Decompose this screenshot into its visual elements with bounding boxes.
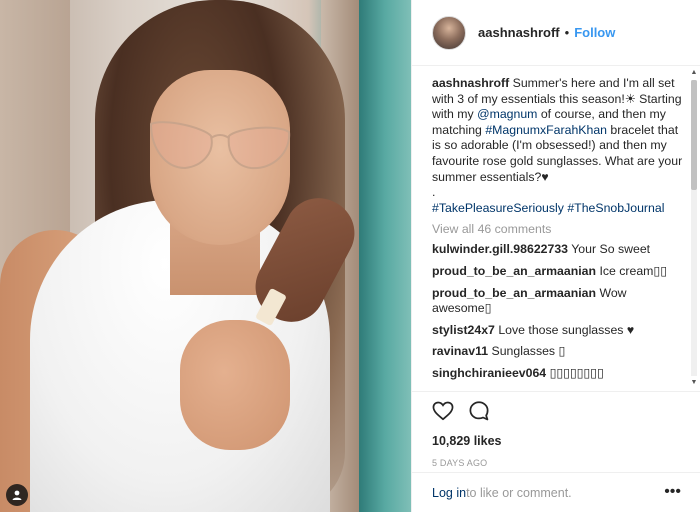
post-header: aashnashroff • Follow	[412, 0, 700, 66]
caption-hashtag-link[interactable]: #TheSnobJournal	[567, 201, 664, 215]
post-date: 5 DAYS AGO	[432, 458, 488, 468]
login-link[interactable]: Log in	[432, 486, 466, 500]
comment-text: ▯▯▯▯▯▯▯▯	[549, 365, 604, 380]
login-prompt-text: to like or comment.	[466, 485, 572, 500]
scroll-down-arrow-icon[interactable]: ▼	[689, 378, 699, 388]
comment-username[interactable]: singhchiranieev064	[432, 366, 546, 380]
comment-text: Your So sweet	[571, 242, 651, 257]
comment-username[interactable]: kulwinder.gill.98622733	[432, 242, 568, 256]
post-caption: aashnashroff Summer's here and I'm all s…	[432, 76, 687, 216]
comment-username[interactable]: ravinav11	[432, 344, 488, 358]
comment-text: Love those sunglasses ♥	[498, 322, 635, 337]
comments-scrollbar[interactable]: ▲ ▼	[688, 68, 698, 388]
login-prompt: Log in to like or comment. •••	[412, 472, 700, 512]
photo-glasses	[149, 121, 291, 170]
comment-username[interactable]: stylist24x7	[432, 323, 495, 337]
comment-text: Sunglasses ▯	[491, 344, 566, 359]
caption-mention-link[interactable]: @magnum	[477, 107, 537, 121]
view-all-comments-link[interactable]: View all 46 comments	[432, 222, 687, 236]
comment-item: singhchiranieev064 ▯▯▯▯▯▯▯▯	[432, 366, 687, 382]
comment-item: ravinav11 Sunglasses ▯	[432, 344, 687, 360]
photo-background	[359, 0, 411, 512]
photo-hand	[180, 320, 290, 450]
comment-item: stylist24x7 Love those sunglasses ♥	[432, 323, 687, 339]
follow-button[interactable]: Follow	[574, 25, 615, 40]
caption-hashtag-link[interactable]: #MagnumxFarahKhan	[485, 123, 607, 137]
comment-username[interactable]: proud_to_be_an_armaanian	[432, 264, 596, 278]
separator-dot: •	[564, 25, 570, 40]
caption-dot: .	[432, 185, 436, 200]
avatar[interactable]	[432, 15, 466, 50]
comment-item: proud_to_be_an_armaanian Ice cream▯▯	[432, 264, 687, 280]
comment-icon[interactable]	[468, 400, 490, 427]
comment-username[interactable]: proud_to_be_an_armaanian	[432, 286, 596, 300]
more-options-button[interactable]: •••	[664, 483, 681, 501]
scrollbar-thumb[interactable]	[691, 80, 697, 190]
caption-hashtag-link[interactable]: #TakePleasureSeriously	[432, 201, 564, 215]
comment-item: kulwinder.gill.98622733 Your So sweet	[432, 242, 687, 258]
heart-icon[interactable]	[432, 401, 454, 426]
post-panel: aashnashroff • Follow aashnashroff Summe…	[411, 0, 700, 512]
scroll-up-arrow-icon[interactable]: ▲	[689, 68, 699, 78]
caption-username[interactable]: aashnashroff	[432, 76, 509, 90]
post-actions: 10,829 likes 5 DAYS AGO	[412, 391, 700, 468]
post-username[interactable]: aashnashroff	[478, 25, 560, 40]
comment-text: Ice cream▯▯	[599, 263, 667, 278]
like-count[interactable]: 10,829 likes	[432, 434, 681, 448]
comments-section: aashnashroff Summer's here and I'm all s…	[412, 66, 700, 391]
comment-item: proud_to_be_an_armaanian Wow awesome▯	[432, 286, 687, 317]
post-photo[interactable]	[0, 0, 411, 512]
user-tag-icon[interactable]	[6, 484, 28, 506]
